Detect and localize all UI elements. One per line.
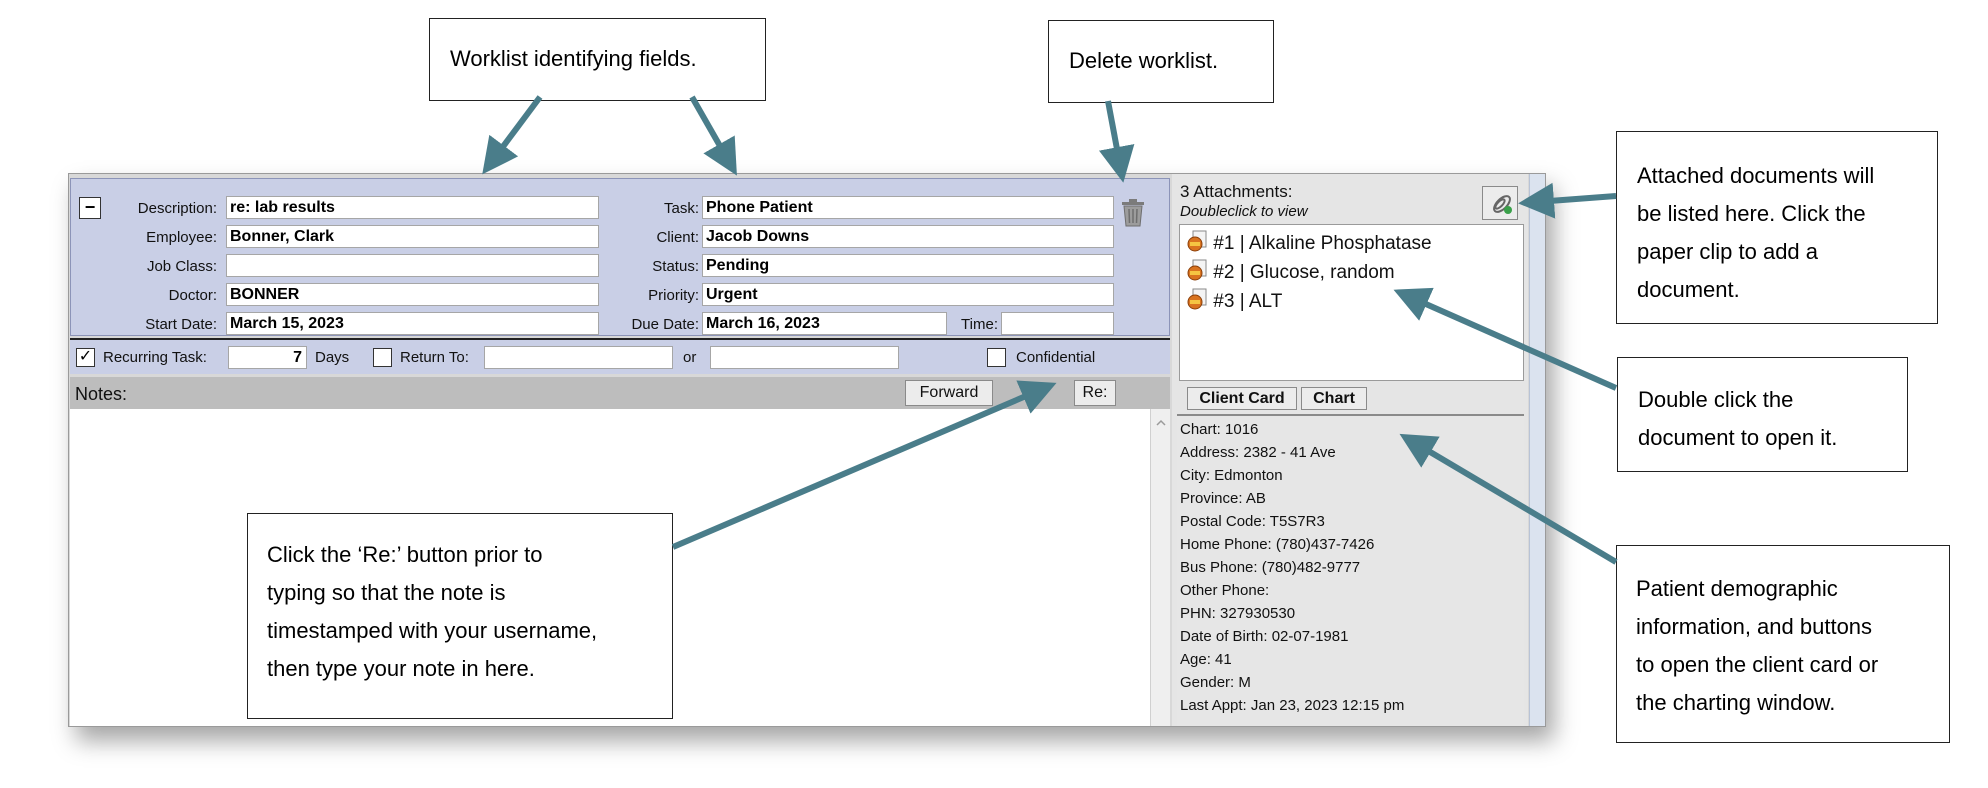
notes-scrollbar[interactable] [1150,409,1170,726]
recurring-days-field[interactable]: 7 [228,346,307,369]
time-label: Time: [961,316,998,333]
demo-line: Province: AB [1180,490,1266,507]
worklist-header: − Description: re: lab results Employee:… [70,178,1170,336]
callout-doubleclick: Double click the document to open it. [1617,357,1908,472]
employee-label: Employee: [146,229,217,246]
client-demographics: Chart: 1016 Address: 2382 - 41 Ave City:… [1177,414,1524,726]
arrow-to-description [482,95,543,175]
description-field[interactable]: re: lab results [226,196,599,219]
task-label: Task: [663,200,699,217]
return-to-label: Return To: [400,349,469,366]
callout-demographic-text: Patient demographic information, and but… [1636,576,1879,715]
callout-re-button-text: Click the ‘Re:’ button prior to typing s… [267,542,598,681]
doctor-field[interactable]: BONNER [226,283,599,306]
return-to-field[interactable] [484,346,673,369]
description-label: Description: [137,200,217,217]
chart-button[interactable]: Chart [1301,387,1367,410]
scroll-up-icon[interactable] [1151,413,1171,433]
recurring-row: ✓ Recurring Task: 7 Days Return To: or C… [70,338,1170,374]
doctor-label: Doctor: [168,287,217,304]
due-date-field[interactable]: March 16, 2023 [702,312,947,335]
start-date-field[interactable]: March 15, 2023 [226,312,599,335]
demo-line: Chart: 1016 [1180,421,1259,438]
client-label: Client: [656,229,699,246]
priority-field[interactable]: Urgent [702,283,1114,306]
demo-line: Bus Phone: (780)482-9777 [1180,559,1361,576]
or-field[interactable] [710,346,899,369]
demo-line: PHN: 327930530 [1180,605,1296,622]
right-panel: 3 Attachments: Doubleclick to view #1 | … [1172,174,1528,726]
arrow-to-paperclip [1518,182,1617,219]
confidential-checkbox[interactable] [987,348,1006,367]
due-date-label: Due Date: [631,316,699,333]
time-field[interactable] [1001,312,1114,335]
attachments-hint: Doubleclick to view [1180,203,1308,220]
recurring-label: Recurring Task: [103,349,207,366]
notes-bar: Notes: Forward Re: [70,377,1170,409]
confidential-label: Confidential [1016,349,1096,366]
forward-button[interactable]: Forward [905,380,993,406]
start-date-label: Start Date: [145,316,217,333]
paperclip-icon [1493,195,1512,214]
callout-delete: Delete worklist. [1048,20,1274,103]
client-field[interactable]: Jacob Downs [702,225,1114,248]
notes-label: Notes: [75,384,128,404]
demo-line: Address: 2382 - 41 Ave [1180,444,1336,461]
lab-document-icon [1187,259,1207,281]
demo-line: Other Phone: [1180,582,1270,599]
attachment-label-3: #3 | ALT [1213,291,1283,312]
job-class-field[interactable] [226,254,599,277]
callout-doubleclick-text: Double click the document to open it. [1638,387,1838,450]
days-label: Days [315,349,350,366]
window-edge [1529,174,1545,726]
demo-line: Postal Code: T5S7R3 [1180,513,1325,530]
attachment-label-1: #1 | Alkaline Phosphatase [1213,233,1432,254]
callout-re-button: Click the ‘Re:’ button prior to typing s… [247,513,673,719]
attachments-list: #1 | Alkaline Phosphatase #2 | Glucose, … [1179,224,1524,381]
demo-line: Date of Birth: 02-07-1981 [1180,628,1349,645]
task-field[interactable]: Phone Patient [702,196,1114,219]
job-class-label: Job Class: [146,258,217,275]
attachments-count: 3 Attachments: [1180,182,1293,201]
lab-document-icon [1187,288,1207,310]
client-card-button[interactable]: Client Card [1187,387,1297,410]
callout-worklist-fields-text: Worklist identifying fields. [450,46,697,71]
re-button[interactable]: Re: [1074,380,1116,406]
callout-demographic: Patient demographic information, and but… [1616,545,1950,743]
lab-document-icon [1187,230,1207,252]
status-field[interactable]: Pending [702,254,1114,277]
callout-delete-text: Delete worklist. [1069,48,1219,73]
demo-line: City: Edmonton [1180,467,1283,484]
collapse-button[interactable]: − [79,197,101,219]
priority-label: Priority: [648,287,699,304]
add-attachment-button[interactable] [1482,186,1518,220]
callout-attached-text: Attached documents will be listed here. … [1637,163,1875,302]
attachment-item-1[interactable]: #1 | Alkaline Phosphatase [1186,229,1432,255]
demo-line: Home Phone: (780)437-7426 [1180,536,1375,553]
attachment-label-2: #2 | Glucose, random [1213,262,1395,283]
attachment-item-3[interactable]: #3 | ALT [1186,287,1282,313]
return-to-checkbox[interactable] [373,348,392,367]
or-label: or [683,349,697,366]
arrow-to-task [689,95,737,176]
arrow-to-trash [1098,100,1135,183]
employee-field[interactable]: Bonner, Clark [226,225,599,248]
callout-worklist-fields: Worklist identifying fields. [429,18,766,101]
demo-line: Gender: M [1180,674,1251,691]
callout-attached: Attached documents will be listed here. … [1616,131,1938,324]
demo-line: Age: 41 [1180,651,1232,668]
recurring-checkbox[interactable]: ✓ [76,348,95,367]
demo-line: Last Appt: Jan 23, 2023 12:15 pm [1180,697,1405,714]
attachment-item-2[interactable]: #2 | Glucose, random [1186,258,1395,284]
trash-icon[interactable] [1119,197,1147,227]
status-label: Status: [652,258,699,275]
